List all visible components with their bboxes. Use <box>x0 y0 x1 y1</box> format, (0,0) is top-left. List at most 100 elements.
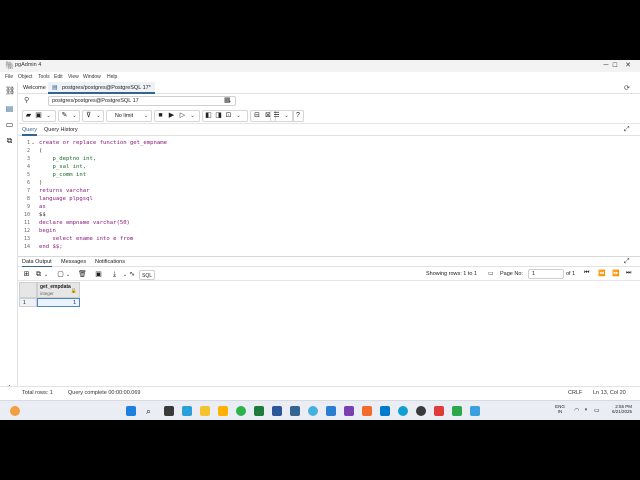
app-icon[interactable] <box>434 406 444 416</box>
vscode-icon[interactable] <box>380 406 390 416</box>
line-number: 12 <box>23 228 30 234</box>
close-button[interactable]: ✕ <box>618 60 638 72</box>
next-page-icon[interactable]: ⏩ <box>612 270 619 277</box>
explain-dropdown-icon[interactable]: ⌄ <box>234 111 243 121</box>
github-icon[interactable] <box>416 406 426 416</box>
graph-icon[interactable]: ∿ <box>127 270 137 280</box>
filter-dropdown-icon[interactable]: ⌄ <box>94 111 103 121</box>
expand-results-icon[interactable]: ⤢ <box>624 258 630 266</box>
delete-icon[interactable]: 🗑 <box>78 270 87 280</box>
line-number: 7 <box>26 188 30 194</box>
connection-select[interactable]: postgres/postgres@PostgreSQL 17 ⌄ <box>48 96 236 106</box>
app-icon[interactable] <box>362 406 372 416</box>
tab-query-tool[interactable]: ▤ postgres/postgres@PostgreSQL 17* <box>48 82 155 94</box>
result-grid: get_empdata integer 🔒 1 1 <box>18 281 640 386</box>
execute-play-icon[interactable]: ▶ <box>167 111 176 121</box>
file-explorer-icon[interactable] <box>200 406 210 416</box>
edit-dropdown-icon[interactable]: ⌄ <box>70 111 79 121</box>
refresh-icon[interactable]: ⟳ <box>624 84 630 92</box>
sql-editor[interactable]: 1 ⌄ 2 3 4 5 6 7 8 9 10 11 12 13 14 creat… <box>18 136 640 254</box>
menu-help[interactable]: Help <box>107 74 117 80</box>
menu-view[interactable]: View <box>68 74 79 80</box>
grid-cell[interactable]: 1 <box>37 298 80 307</box>
expand-icon[interactable]: ⤢ <box>624 126 630 134</box>
column-type: integer <box>40 291 54 296</box>
volume-icon[interactable]: ◖ <box>584 407 588 413</box>
weather-icon[interactable] <box>10 406 20 416</box>
sql-button[interactable]: SQL <box>139 270 155 280</box>
execute-dropdown-icon[interactable]: ⌄ <box>188 111 197 121</box>
schema-diff-icon[interactable]: ⧉ <box>5 136 14 145</box>
clock[interactable]: 2:55 PM 6/21/2025 <box>604 404 632 414</box>
app-icon[interactable] <box>344 406 354 416</box>
menu-object[interactable]: Object <box>18 74 32 80</box>
chrome-icon[interactable] <box>236 406 246 416</box>
fold-icon[interactable]: ⌄ <box>31 140 35 146</box>
save-dropdown-icon[interactable]: ⌄ <box>44 111 53 121</box>
database-icon[interactable]: ▦ <box>224 96 231 104</box>
menu-tools[interactable]: Tools <box>38 74 50 80</box>
column-header[interactable]: get_empdata integer 🔒 <box>37 282 80 298</box>
connection-link-icon[interactable]: ⚲ <box>24 96 29 104</box>
explain-icon[interactable]: ◧ <box>204 111 213 121</box>
copy-icon[interactable]: ⧉ <box>34 270 43 280</box>
eol-text: CRLF <box>568 390 583 396</box>
prev-page-icon[interactable]: ⏪ <box>598 270 605 277</box>
search-icon[interactable]: ⌕ <box>146 406 156 416</box>
commit-icon[interactable]: ⊡ <box>224 111 233 121</box>
terminal-icon[interactable]: ▭ <box>5 120 14 129</box>
pgadmin-taskbar-icon[interactable] <box>290 406 300 416</box>
explain-analyze-icon[interactable]: ◨ <box>214 111 223 121</box>
stop-icon[interactable]: ■ <box>156 111 165 121</box>
app-icon[interactable] <box>470 406 480 416</box>
code-line: returns varchar <box>39 188 90 194</box>
paste-dropdown-icon[interactable]: ⌄ <box>65 270 71 280</box>
browser-icon[interactable] <box>308 406 318 416</box>
format-dropdown-icon[interactable]: ⌄ <box>282 111 291 121</box>
pagination-icon[interactable]: ▭ <box>488 270 494 277</box>
excel-icon[interactable] <box>254 406 264 416</box>
edge-icon[interactable] <box>398 406 408 416</box>
start-windows-icon[interactable] <box>126 406 136 416</box>
query-tool-icon[interactable]: ▤ <box>5 104 14 113</box>
download-icon[interactable]: ⤓ <box>110 270 119 280</box>
object-explorer-icon[interactable]: ⛓ <box>5 86 15 95</box>
left-sidebar: ⛓ ▤ ▭ ⧉ ⚙ <box>0 82 18 400</box>
page-number-input[interactable]: 1 <box>528 269 564 279</box>
edit-pencil-icon[interactable]: ✎ <box>60 111 69 121</box>
word-icon[interactable] <box>272 406 282 416</box>
menu-file[interactable]: File <box>5 74 13 80</box>
total-rows-text: Total rows: 1 <box>22 390 53 396</box>
open-folder-icon[interactable]: ▰ <box>24 111 33 121</box>
app-icon[interactable] <box>452 406 462 416</box>
tab-welcome[interactable]: Welcome <box>19 82 50 94</box>
last-page-icon[interactable]: ⏭ <box>626 270 631 277</box>
paste-icon[interactable]: ▢ <box>56 270 65 280</box>
tab-query[interactable]: Query <box>22 124 37 136</box>
row-number[interactable]: 1 <box>19 298 37 307</box>
code-line: begin <box>39 228 56 234</box>
menu-window[interactable]: Window <box>83 74 101 80</box>
tab-query-history[interactable]: Query History <box>44 124 78 136</box>
macros-icon[interactable]: ⊟ <box>252 111 262 121</box>
line-number: 1 <box>26 140 30 146</box>
app-icon[interactable] <box>218 406 228 416</box>
filter-icon[interactable]: ⊽ <box>84 111 93 121</box>
battery-icon[interactable]: ▭ <box>594 407 600 414</box>
language-indicator[interactable]: ENG IN <box>553 404 567 414</box>
grid-corner[interactable] <box>19 282 37 298</box>
format-list-icon[interactable]: ☰ <box>272 111 281 121</box>
save-data-icon[interactable]: ▣ <box>94 270 103 280</box>
execute-script-icon[interactable]: ▷ <box>178 111 187 121</box>
app-icon[interactable] <box>326 406 336 416</box>
wifi-icon[interactable]: ◠ <box>574 407 579 414</box>
copy-dropdown-icon[interactable]: ⌄ <box>43 270 49 280</box>
menu-edit[interactable]: Edit <box>54 74 63 80</box>
widgets-icon[interactable] <box>182 406 192 416</box>
add-row-icon[interactable]: ⊞ <box>22 270 31 280</box>
save-icon[interactable]: ▣ <box>34 111 43 121</box>
help-icon[interactable]: ? <box>293 111 303 121</box>
result-toolbar: ⊞ ⧉ ⌄ ▢ ⌄ 🗑 ▣ ⤓ ⌄ ∿ SQL Showing rows: 1 … <box>18 267 640 281</box>
first-page-icon[interactable]: ⏮ <box>584 270 589 277</box>
task-view-icon[interactable] <box>164 406 174 416</box>
